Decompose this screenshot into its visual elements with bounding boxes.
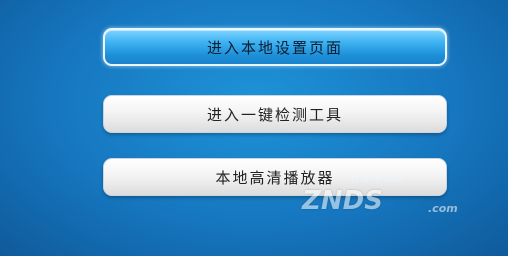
one-click-detection-button[interactable]: 进入一键检测工具 [103, 95, 447, 133]
local-settings-label: 进入本地设置页面 [206, 38, 343, 57]
watermark-logo: ZNDS [302, 186, 383, 216]
local-settings-button[interactable]: 进入本地设置页面 [103, 28, 447, 66]
watermark-domain: .com [428, 202, 458, 215]
znds-watermark: 智能电视网 ZNDS .com [300, 160, 500, 232]
watermark-tagline: 智能电视网 [350, 174, 405, 185]
one-click-detection-label: 进入一键检测工具 [206, 105, 343, 124]
